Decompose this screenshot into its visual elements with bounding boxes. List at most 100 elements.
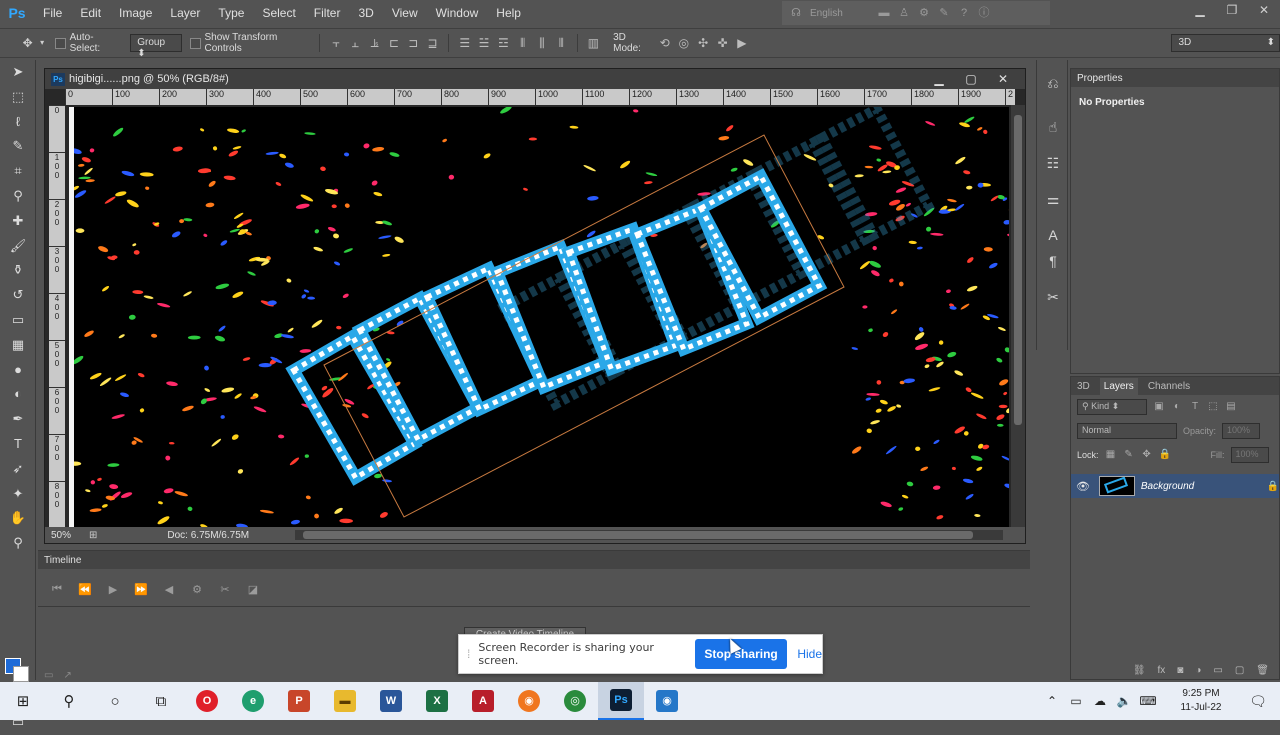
search-icon[interactable]: ⚲ xyxy=(46,682,92,720)
distribute-center-icon[interactable]: ⫼ xyxy=(532,35,551,51)
maximize-icon[interactable]: ▢ xyxy=(955,69,987,89)
transform-controls-checkbox[interactable] xyxy=(189,37,201,49)
audio-icon[interactable]: ◀ xyxy=(158,583,180,596)
3d-rotate-icon[interactable]: ⟲ xyxy=(655,35,674,51)
auto-select-checkbox[interactable] xyxy=(54,37,66,49)
gear-icon[interactable]: ⚙ xyxy=(918,7,930,19)
screen-recorder-icon[interactable]: ◉ xyxy=(644,682,690,720)
stop-sharing-button[interactable]: Stop sharing xyxy=(694,639,788,669)
healing-brush-icon[interactable]: ✚ xyxy=(0,209,36,234)
help-icon[interactable]: ? xyxy=(958,7,970,19)
3d-scale-icon[interactable]: ▶ xyxy=(732,35,751,51)
menu-layer[interactable]: Layer xyxy=(161,0,209,26)
properties-tab[interactable]: Properties xyxy=(1071,69,1279,87)
smart-object-filter-icon[interactable]: ▤ xyxy=(1225,401,1237,413)
scrollbar-thumb[interactable] xyxy=(1014,115,1022,425)
trash-icon[interactable]: 🗑 xyxy=(1256,665,1269,681)
align-top-icon[interactable]: ⫟ xyxy=(326,35,345,51)
minimize-icon[interactable]: ▁ xyxy=(1184,0,1216,22)
paragraph-icon[interactable]: ¶ xyxy=(1037,248,1069,274)
photoshop-taskbar-icon[interactable]: Ps xyxy=(598,682,644,720)
link-icon[interactable]: ⛓ xyxy=(1133,665,1146,681)
shape-filter-icon[interactable]: ⬚ xyxy=(1207,401,1219,413)
restore-icon[interactable]: ❐ xyxy=(1216,0,1248,22)
status-nav-icon[interactable]: ⊞ xyxy=(89,530,97,541)
clock[interactable]: 9:25 PM 11-Jul-22 xyxy=(1166,687,1236,715)
tab-3d[interactable]: 3D xyxy=(1077,381,1090,392)
blend-mode-dropdown[interactable]: Normal xyxy=(1077,423,1177,439)
distribute-top-icon[interactable]: ☰ xyxy=(455,35,474,51)
mask-icon[interactable]: ◙ xyxy=(1177,665,1183,681)
opera-icon[interactable]: O xyxy=(184,682,230,720)
align-left-icon[interactable]: ⊏ xyxy=(384,35,403,51)
next-frame-icon[interactable]: ⏩ xyxy=(130,583,152,596)
brush-tool-icon[interactable]: 🖌 xyxy=(0,234,36,259)
type-tool-icon[interactable]: T xyxy=(0,432,36,457)
cortana-icon[interactable]: ○ xyxy=(92,682,138,720)
pen-tool-icon[interactable]: ✒ xyxy=(0,407,36,432)
settings-icon[interactable]: ⚙ xyxy=(186,583,208,596)
keyboard-icon[interactable]: ☊ xyxy=(790,7,802,19)
close-icon[interactable]: ✕ xyxy=(987,69,1019,89)
distribute-bottom-icon[interactable]: ☲ xyxy=(494,35,513,51)
excel-icon[interactable]: X xyxy=(414,682,460,720)
menu-image[interactable]: Image xyxy=(110,0,161,26)
convert-icon[interactable]: ↗ xyxy=(63,670,71,681)
mic-icon[interactable]: ♙ xyxy=(898,7,910,19)
type-filter-icon[interactable]: T xyxy=(1189,401,1201,413)
vertical-scrollbar[interactable] xyxy=(1011,105,1025,527)
dodge-icon[interactable]: ◐ xyxy=(0,382,36,407)
quick-select-icon[interactable]: ✎ xyxy=(0,134,36,159)
align-right-icon[interactable]: ⊒ xyxy=(423,35,442,51)
eye-icon[interactable]: 👁 xyxy=(1071,480,1095,493)
opacity-input[interactable]: 100% xyxy=(1222,423,1261,439)
adjustment-layer-icon[interactable]: ◑ xyxy=(1195,665,1201,681)
background-color-swatch[interactable] xyxy=(13,666,29,682)
document-size[interactable]: Doc: 6.75M/6.75M xyxy=(167,530,287,541)
lock-transparent-icon[interactable]: ▦ xyxy=(1105,449,1117,461)
align-center-icon[interactable]: ⊐ xyxy=(404,35,423,51)
distribute-right-icon[interactable]: ⦀ xyxy=(552,35,571,51)
tab-layers[interactable]: Layers xyxy=(1099,377,1138,395)
clone-stamp-icon[interactable]: ⚱ xyxy=(0,258,36,283)
chevron-down-icon[interactable]: ▾ xyxy=(37,34,47,52)
layer-row[interactable]: 👁 Background 🔒 xyxy=(1071,474,1279,498)
vertical-ruler[interactable]: 0 1 0 0 2 0 0 3 0 0 4 0 0 5 0 0 6 0 0 7 0 0 8 0 … xyxy=(49,105,65,527)
hide-button[interactable]: Hide xyxy=(797,647,822,661)
keyboard-icon[interactable]: ⌨ xyxy=(1136,694,1160,708)
volume-icon[interactable]: 🔈 xyxy=(1112,694,1136,708)
history-brush-icon[interactable]: ↺ xyxy=(0,283,36,308)
fill-input[interactable]: 100% xyxy=(1230,447,1269,463)
timeline-tab[interactable]: Timeline xyxy=(38,551,1030,569)
menu-view[interactable]: View xyxy=(383,0,427,26)
info-icon[interactable]: ⓘ xyxy=(978,7,990,19)
menu-filter[interactable]: Filter xyxy=(305,0,350,26)
marquee-tool-icon[interactable]: ⬚ xyxy=(0,85,36,110)
align-bottom-icon[interactable]: ⫡ xyxy=(365,35,384,51)
tool-presets-icon[interactable]: ☝ xyxy=(1037,114,1069,140)
transition-icon[interactable]: ◪ xyxy=(242,583,264,596)
hand-tool-icon[interactable]: ✋ xyxy=(0,506,36,531)
gradient-icon[interactable]: ▦ xyxy=(0,333,36,358)
battery-icon[interactable]: ▭ xyxy=(1064,694,1088,708)
edge-icon[interactable]: e xyxy=(230,682,276,720)
powerpoint-icon[interactable]: P xyxy=(276,682,322,720)
lock-all-icon[interactable]: 🔒 xyxy=(1159,449,1171,461)
fx-icon[interactable]: fx xyxy=(1158,665,1166,681)
3d-roll-icon[interactable]: ◎ xyxy=(674,35,693,51)
image-canvas[interactable] xyxy=(69,107,1009,527)
move-tool-icon[interactable]: ✥ xyxy=(18,34,37,52)
history-icon[interactable]: ⎌ xyxy=(1037,70,1069,96)
windows-start-icon[interactable]: ⊞ xyxy=(0,682,46,720)
shape-tool-icon[interactable]: ✦ xyxy=(0,482,36,507)
pen-icon[interactable]: ✎ xyxy=(938,7,950,19)
firefox-icon[interactable]: ◉ xyxy=(506,682,552,720)
network-icon[interactable]: ☁ xyxy=(1088,694,1112,708)
align-middle-icon[interactable]: ⫠ xyxy=(346,35,365,51)
zoom-tool-icon[interactable]: ⚲ xyxy=(0,531,36,556)
task-view-icon[interactable]: ⧉ xyxy=(138,682,184,720)
styles-icon[interactable]: ⚌ xyxy=(1037,186,1069,212)
distribute-left-icon[interactable]: ⫴ xyxy=(513,35,532,51)
acrobat-icon[interactable]: A xyxy=(460,682,506,720)
new-layer-icon[interactable]: ▢ xyxy=(1235,665,1244,681)
